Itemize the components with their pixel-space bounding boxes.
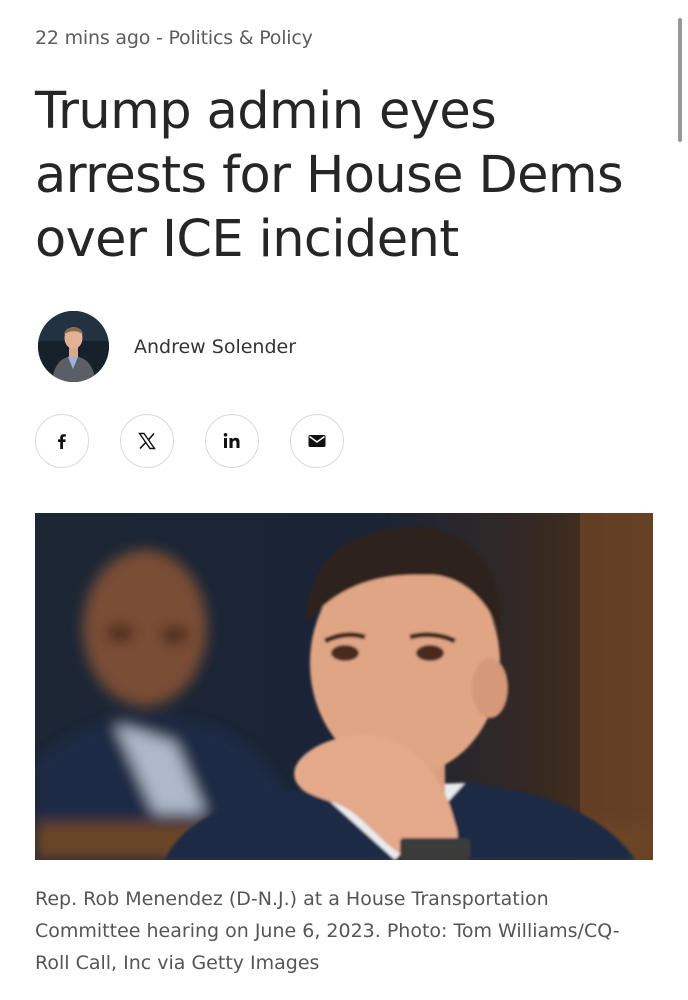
article-photo — [35, 513, 653, 860]
author-name[interactable]: Andrew Solender — [134, 336, 296, 358]
timestamp: 22 mins ago — [35, 27, 151, 49]
photo-caption: Rep. Rob Menendez (D-N.J.) at a House Tr… — [35, 888, 620, 974]
article-meta: 22 mins ago - Politics & Policy — [35, 27, 313, 49]
meta-separator: - — [150, 27, 169, 49]
article-headline: Trump admin eyes arrests for House Dems … — [35, 82, 624, 269]
email-icon — [308, 435, 326, 447]
share-x-button[interactable] — [120, 414, 174, 468]
share-buttons — [35, 414, 375, 468]
share-facebook-button[interactable] — [35, 414, 89, 468]
share-linkedin-button[interactable] — [205, 414, 259, 468]
share-email-button[interactable] — [290, 414, 344, 468]
author-avatar[interactable] — [38, 311, 109, 382]
facebook-icon — [58, 434, 66, 449]
scrollbar[interactable] — [678, 18, 682, 142]
linkedin-icon — [223, 433, 240, 448]
category-link[interactable]: Politics & Policy — [168, 27, 312, 49]
x-icon — [138, 432, 156, 450]
author-byline[interactable]: Andrew Solender — [38, 311, 296, 382]
